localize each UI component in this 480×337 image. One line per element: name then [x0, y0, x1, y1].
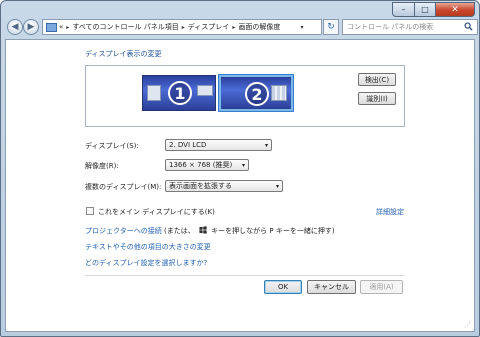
display-select[interactable]: 2. DVI LCD ▾	[165, 139, 272, 151]
monitor-number-badge: 1	[168, 81, 192, 105]
back-button[interactable]: ◀	[7, 19, 23, 35]
breadcrumb-separator-icon: ▸	[232, 23, 236, 31]
search-placeholder: コントロール パネルの検索	[347, 23, 434, 31]
resolution-label: 解像度(R):	[85, 162, 119, 170]
control-panel-icon	[46, 22, 57, 32]
which-settings-link[interactable]: どのディスプレイ設定を選択しますか?	[85, 258, 207, 268]
search-icon[interactable]	[464, 22, 473, 31]
search-input[interactable]: コントロール パネルの検索	[342, 19, 478, 35]
projector-hint: (または、	[163, 227, 195, 235]
chevron-down-icon: ▾	[275, 183, 279, 190]
content-pane: ディスプレイ表示の変更 1 2 検出(C) 識別(I) ディスプレイ(S): 2…	[5, 39, 475, 332]
chevron-down-icon: ▾	[241, 162, 245, 169]
monitor-1[interactable]: 1	[142, 75, 216, 111]
window: – □ ✕ ◀ ▶ « ▸ すべてのコントロール パネル項目 ▸ ディスプレイ …	[0, 0, 480, 337]
desktop-window-thumbnail	[147, 85, 161, 101]
main-display-checkbox-label[interactable]: これをメイン ディスプレイにする(K)	[98, 207, 215, 217]
multiple-displays-label: 複数のディスプレイ(M):	[85, 183, 162, 191]
refresh-icon: ↻	[327, 22, 335, 32]
breadcrumb-separator-icon: ▸	[181, 23, 185, 31]
ok-button[interactable]: OK	[264, 280, 302, 294]
back-arrow-icon: ◀	[11, 22, 19, 32]
forward-button[interactable]: ▶	[23, 19, 39, 35]
resolution-select[interactable]: 1366 × 768 (推奨) ▾	[165, 159, 249, 171]
detect-button[interactable]: 検出(C)	[358, 73, 396, 86]
breadcrumb-display[interactable]: ディスプレイ	[188, 22, 230, 32]
breadcrumb-overflow[interactable]: «	[59, 23, 63, 31]
advanced-settings-link[interactable]: 詳細設定	[376, 207, 404, 217]
windows-logo-icon	[199, 226, 207, 234]
projector-row: プロジェクターへの接続 (または、 キーを押しながら P キーを一緒に押す)	[85, 226, 335, 236]
multiple-displays-select[interactable]: 表示画面を拡張する ▾	[165, 180, 283, 192]
page-title: ディスプレイ表示の変更	[85, 50, 162, 58]
desktop-window-thumbnail	[197, 85, 213, 96]
minimize-button[interactable]: –	[392, 2, 414, 17]
divider	[85, 275, 405, 276]
navigation-bar: ◀ ▶ « ▸ すべてのコントロール パネル項目 ▸ ディスプレイ ▸ 画面の解…	[5, 18, 478, 36]
main-display-checkbox[interactable]	[86, 207, 94, 215]
chevron-down-icon: ▾	[264, 142, 268, 149]
identify-button[interactable]: 識別(I)	[358, 92, 396, 105]
desktop-window-thumbnail	[271, 85, 287, 101]
display-select-value: 2. DVI LCD	[169, 141, 207, 149]
apply-button[interactable]: 適用(A)	[360, 280, 403, 294]
maximize-button[interactable]: □	[414, 2, 435, 17]
display-label: ディスプレイ(S):	[85, 142, 139, 150]
breadcrumb-screen-resolution[interactable]: 画面の解像度	[238, 22, 280, 32]
projector-hint-keys: キーを押しながら P キーを一緒に押す)	[211, 227, 335, 235]
text-size-link[interactable]: テキストやその他の項目の大きさの変更	[85, 242, 211, 252]
caption-buttons: – □ ✕	[392, 2, 475, 17]
close-button[interactable]: ✕	[435, 2, 475, 17]
monitor-2[interactable]: 2	[218, 74, 294, 112]
breadcrumb-separator-icon: ▸	[66, 23, 70, 31]
cancel-button[interactable]: キャンセル	[307, 280, 356, 294]
multiple-displays-select-value: 表示画面を拡張する	[169, 182, 232, 190]
refresh-button[interactable]: ↻	[323, 19, 339, 35]
monitor-arrangement-panel: 1 2 検出(C) 識別(I)	[85, 65, 405, 127]
breadcrumb-all-items[interactable]: すべてのコントロール パネル項目	[72, 22, 178, 32]
resize-grip-icon[interactable]: ⋰	[464, 321, 472, 329]
resolution-select-value: 1366 × 768 (推奨)	[169, 161, 233, 169]
connect-projector-link[interactable]: プロジェクターへの接続	[85, 227, 162, 235]
address-bar[interactable]: « ▸ すべてのコントロール パネル項目 ▸ ディスプレイ ▸ 画面の解像度 ▾	[42, 19, 322, 35]
monitor-number-badge: 2	[245, 82, 269, 106]
forward-arrow-icon: ▶	[27, 22, 35, 32]
address-dropdown-icon[interactable]: ▾	[297, 20, 307, 34]
